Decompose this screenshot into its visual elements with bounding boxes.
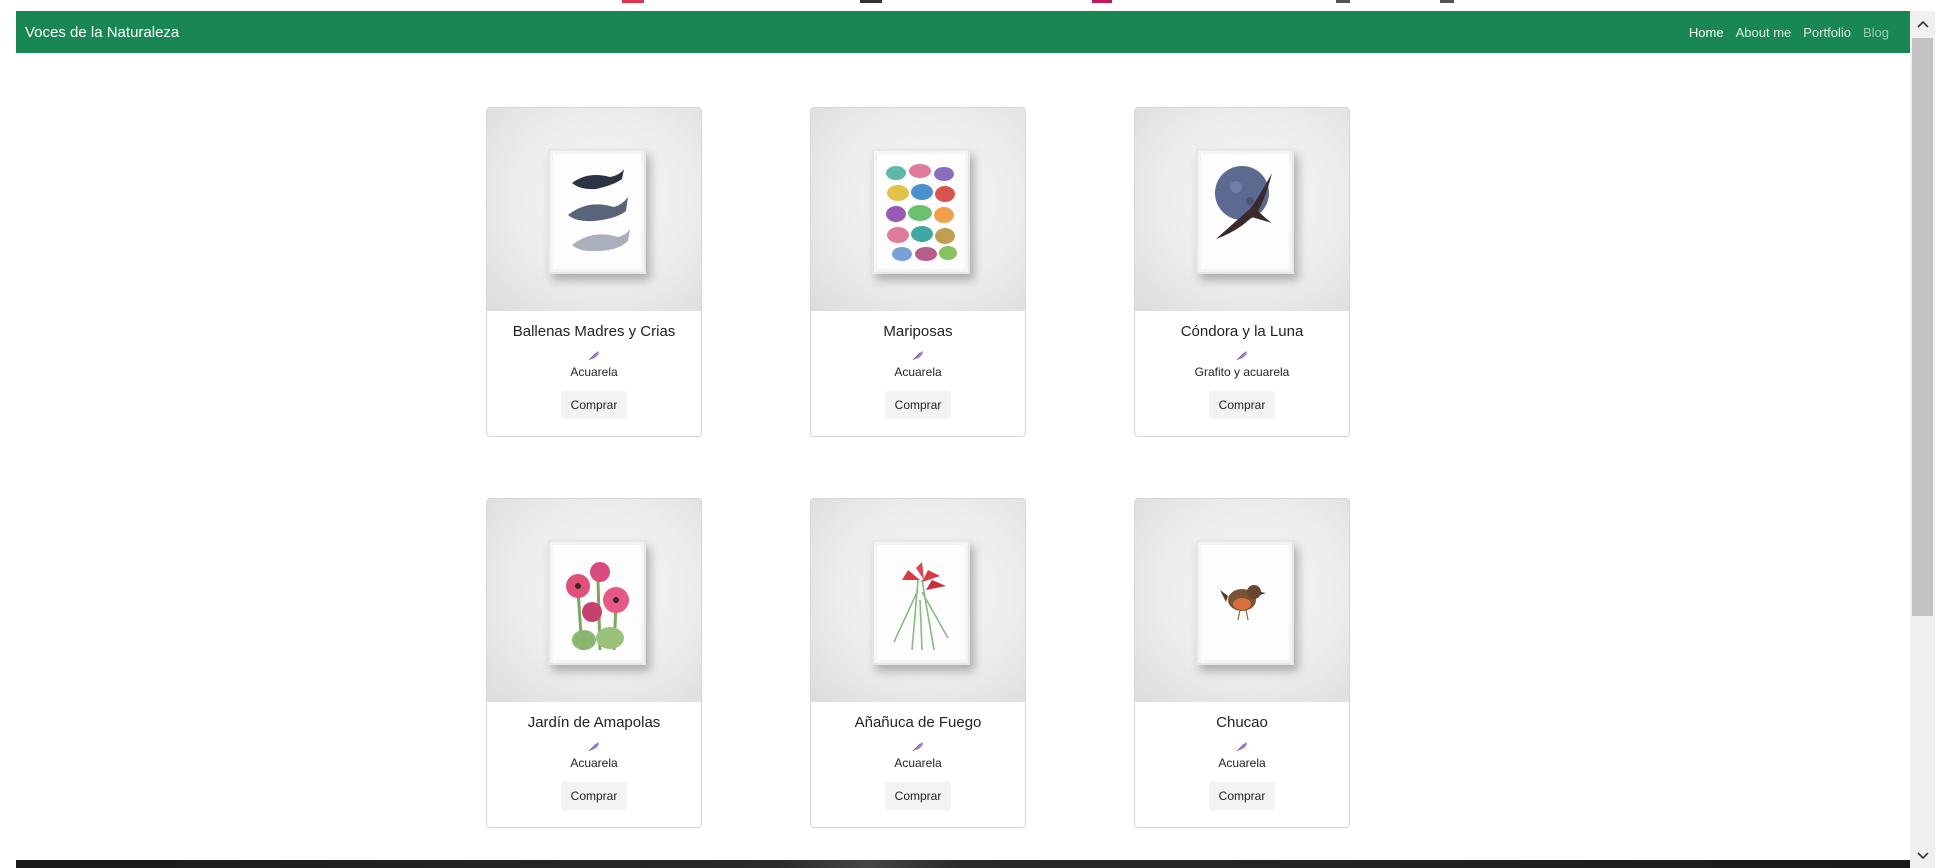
- artwork-technique: Acuarela: [894, 756, 942, 770]
- chucao-bird-art: [1220, 585, 1266, 621]
- buy-button[interactable]: Comprar: [885, 391, 951, 419]
- feather-icon: [1236, 351, 1247, 361]
- artwork-technique: Acuarela: [570, 756, 618, 770]
- tab-marker: [1440, 0, 1454, 3]
- nav-portfolio[interactable]: Portfolio: [1797, 25, 1857, 40]
- feather-icon: [1236, 742, 1247, 752]
- brand-link[interactable]: Voces de la Naturaleza: [25, 24, 179, 41]
- feather-icon: [588, 742, 599, 752]
- card-body: Cóndora y la Luna Grafito y acuarela Com…: [1135, 311, 1349, 419]
- red-lily-art: [893, 562, 949, 651]
- artwork-card: Mariposas Acuarela Comprar: [810, 107, 1026, 437]
- condor-moon-art: [1215, 166, 1272, 239]
- picture-frame: [1196, 149, 1294, 274]
- top-navbar: Voces de la Naturaleza Home About me Por…: [16, 11, 1910, 53]
- whales-art: [568, 169, 630, 252]
- card-body: Añañuca de Fuego Acuarela Comprar: [811, 702, 1025, 810]
- poppies-art: [566, 562, 629, 651]
- card-body: Mariposas Acuarela Comprar: [811, 311, 1025, 419]
- tab-marker: [1092, 0, 1112, 3]
- feather-icon: [912, 742, 923, 752]
- nav-about[interactable]: About me: [1730, 25, 1798, 40]
- tab-marker: [1336, 0, 1350, 3]
- artwork-title: Mariposas: [883, 323, 953, 340]
- artwork-image[interactable]: [811, 499, 1025, 702]
- artwork-image[interactable]: [811, 108, 1025, 311]
- nav-home[interactable]: Home: [1683, 25, 1730, 40]
- nav-blog[interactable]: Blog: [1857, 25, 1895, 40]
- buy-button[interactable]: Comprar: [561, 782, 627, 810]
- vertical-scrollbar[interactable]: [1910, 11, 1935, 868]
- artwork-image[interactable]: [1135, 499, 1349, 702]
- card-body: Chucao Acuarela Comprar: [1135, 702, 1349, 810]
- browser-top-strip: [0, 0, 1935, 11]
- artwork-title: Chucao: [1216, 714, 1268, 731]
- tab-marker: [860, 0, 882, 3]
- picture-frame: [548, 149, 646, 274]
- artwork-card: Ballenas Madres y Crias Acuarela Comprar: [486, 107, 702, 437]
- buy-button[interactable]: Comprar: [885, 782, 951, 810]
- artwork-technique: Acuarela: [1218, 756, 1266, 770]
- artwork-technique: Acuarela: [570, 365, 618, 379]
- picture-frame: [872, 149, 970, 274]
- artwork-card: Añañuca de Fuego Acuarela Comprar: [810, 498, 1026, 828]
- feather-icon: [588, 351, 599, 361]
- artwork-image[interactable]: [1135, 108, 1349, 311]
- artwork-card: Chucao Acuarela Comprar: [1134, 498, 1350, 828]
- artwork-title: Añañuca de Fuego: [854, 714, 982, 731]
- artwork-image[interactable]: [487, 108, 701, 311]
- artwork-technique: Grafito y acuarela: [1194, 365, 1290, 379]
- footer-strip: [16, 860, 1910, 868]
- picture-frame: [1196, 540, 1294, 665]
- butterflies-art: [886, 164, 957, 261]
- card-body: Jardín de Amapolas Acuarela Comprar: [487, 702, 701, 810]
- artwork-card: Jardín de Amapolas Acuarela Comprar: [486, 498, 702, 828]
- feather-icon: [912, 351, 923, 361]
- card-body: Ballenas Madres y Crias Acuarela Comprar: [487, 311, 701, 419]
- buy-button[interactable]: Comprar: [561, 391, 627, 419]
- picture-frame: [548, 540, 646, 665]
- scroll-thumb[interactable]: [1912, 38, 1933, 616]
- buy-button[interactable]: Comprar: [1209, 782, 1275, 810]
- chevron-up-icon[interactable]: [1910, 11, 1935, 36]
- tab-marker: [622, 0, 644, 3]
- artwork-card: Cóndora y la Luna Grafito y acuarela Com…: [1134, 107, 1350, 437]
- artwork-title: Ballenas Madres y Crias: [512, 323, 676, 340]
- artwork-grid: Ballenas Madres y Crias Acuarela Comprar…: [486, 107, 1350, 828]
- buy-button[interactable]: Comprar: [1209, 391, 1275, 419]
- nav-links: Home About me Portfolio Blog: [1683, 25, 1895, 40]
- artwork-title: Cóndora y la Luna: [1180, 323, 1304, 340]
- artwork-title: Jardín de Amapolas: [527, 714, 661, 731]
- window-gutter: [1935, 0, 1960, 868]
- artwork-technique: Acuarela: [894, 365, 942, 379]
- artwork-image[interactable]: [487, 499, 701, 702]
- chevron-down-icon[interactable]: [1910, 843, 1935, 868]
- picture-frame: [872, 540, 970, 665]
